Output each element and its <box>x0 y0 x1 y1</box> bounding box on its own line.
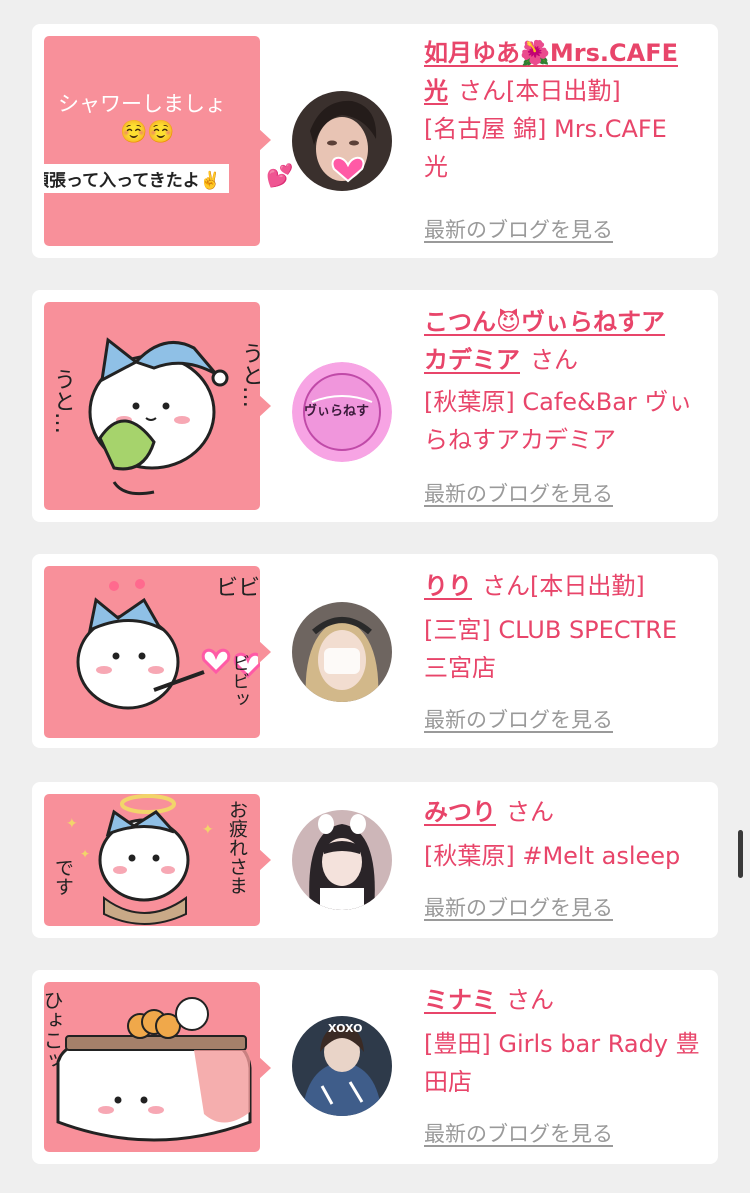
cast-info: 如月ゆあ🌺Mrs.CAFE 光さん[本日出勤] [名古屋 錦] Mrs.CAFE… <box>424 34 704 186</box>
honorific: さん <box>482 572 530 600</box>
cast-name-link[interactable]: こつん😈ヴぃらねすア <box>424 308 665 336</box>
honorific: さん <box>506 986 554 1014</box>
blog-card[interactable]: ✦ ✦ ✦ お疲れさま です みつり さん [秋葉原] #Melt asleep … <box>32 782 718 938</box>
avatar-logo-text: ヴぃらねす <box>304 404 370 419</box>
blog-card[interactable]: ひょこッ XOXO ミナミ さん [豊田] Girls bar Rady 豊 田店… <box>32 970 718 1164</box>
heart-emoji-icon: 💕 <box>266 164 294 189</box>
chiikawa-kotatsu-sticker-icon <box>56 997 252 1142</box>
store-area: [三宮] CLUB SPECTRE <box>424 616 678 644</box>
thumbnail-caption: 頑張って入ってきたよ✌️ <box>44 164 229 193</box>
cast-name-line: りり さん[本日出勤] <box>424 567 704 605</box>
honorific: さん <box>458 77 506 105</box>
avatar[interactable] <box>292 91 392 191</box>
svg-text:✦: ✦ <box>202 822 214 838</box>
thumbnail-text: お疲れさま <box>226 800 248 895</box>
svg-text:✦: ✦ <box>80 847 90 861</box>
cast-name-line: 如月ゆあ🌺Mrs.CAFE <box>424 34 704 72</box>
blog-card[interactable]: ビビ ビビッ りり さん[本日出勤] [三宮] CLUB SPECTRE 三宮店 … <box>32 554 718 748</box>
cast-name-line: こつん😈ヴぃらねすア <box>424 303 704 341</box>
svg-text:✦: ✦ <box>66 816 78 832</box>
honorific: さん <box>530 346 578 374</box>
store-area: [秋葉原] Cafe&Bar ヴぃ <box>424 388 693 416</box>
view-latest-blog-link[interactable]: 最新のブログを見る <box>424 892 613 922</box>
view-latest-blog-link[interactable]: 最新のブログを見る <box>424 704 613 734</box>
thumbnail-emoji: ☺️☺️ <box>120 120 175 145</box>
thumbnail-text: うと… <box>238 342 260 408</box>
store-area-cont: 田店 <box>424 1068 472 1096</box>
speech-pointer <box>258 848 271 872</box>
thumbnail-text: シャワーしましょ <box>58 92 226 116</box>
blog-card[interactable]: うと… うと… ヴぃらねす こつん😈ヴぃらねすア カデミア さん [秋葉原] Ca… <box>32 290 718 522</box>
thumbnail-text: ビビ <box>216 576 260 601</box>
thumbnail-text-2: うと… <box>50 368 75 434</box>
attendance-status: [本日出勤] <box>530 572 645 600</box>
avatar[interactable]: ヴぃらねす <box>292 362 392 462</box>
thumbnail-text: ひょこッ <box>44 990 64 1070</box>
avatar[interactable]: XOXO <box>292 1016 392 1116</box>
blog-thumbnail[interactable]: ひょこッ <box>44 982 260 1152</box>
store-area-cont: 三宮店 <box>424 654 496 682</box>
thumbnail-text-2: です <box>52 858 74 896</box>
cast-name-line-2: カデミア さん <box>424 341 704 379</box>
cast-name-link-cont[interactable]: カデミア <box>424 346 520 374</box>
store-area: [名古屋 錦] Mrs.CAFE <box>424 115 667 143</box>
store-area: [秋葉原] #Melt asleep <box>424 842 681 870</box>
avatar[interactable] <box>292 602 392 702</box>
attendance-status: [本日出勤] <box>506 77 621 105</box>
avatar-overlay-text: XOXO <box>328 1022 363 1035</box>
speech-pointer <box>258 1056 271 1080</box>
blog-thumbnail[interactable]: シャワーしましょ ☺️☺️ 頑張って入ってきたよ✌️ <box>44 36 260 246</box>
cast-name-line: ミナミ さん <box>424 981 704 1019</box>
cast-name-link[interactable]: みつり <box>424 798 496 826</box>
honorific: さん <box>506 798 554 826</box>
cast-info: こつん😈ヴぃらねすア カデミア さん [秋葉原] Cafe&Bar ヴぃ らねすア… <box>424 303 704 459</box>
cast-name-line: みつり さん <box>424 793 704 831</box>
speech-pointer <box>258 394 271 418</box>
cast-name-link[interactable]: りり <box>424 572 472 600</box>
cast-info: ミナミ さん [豊田] Girls bar Rady 豊 田店 <box>424 981 704 1101</box>
cast-info: りり さん[本日出勤] [三宮] CLUB SPECTRE 三宮店 <box>424 567 704 687</box>
scrollbar[interactable] <box>738 830 743 878</box>
cast-name-link[interactable]: 如月ゆあ🌺Mrs.CAFE <box>424 39 678 67</box>
avatar[interactable] <box>292 810 392 910</box>
cast-name-link[interactable]: ミナミ <box>424 986 496 1014</box>
store-area-cont: らねすアカデミア <box>424 426 616 454</box>
store-area: [豊田] Girls bar Rady 豊 <box>424 1030 700 1058</box>
blog-card[interactable]: シャワーしましょ ☺️☺️ 頑張って入ってきたよ✌️ 💕 如月ゆあ🌺Mrs.CA… <box>32 24 718 258</box>
speech-pointer <box>258 640 271 664</box>
blog-thumbnail[interactable]: ✦ ✦ ✦ お疲れさま です <box>44 794 260 926</box>
store-area-cont: 光 <box>424 153 448 181</box>
speech-pointer <box>258 128 271 152</box>
view-latest-blog-link[interactable]: 最新のブログを見る <box>424 214 613 244</box>
blog-thumbnail[interactable]: うと… うと… <box>44 302 260 510</box>
cast-name-link-cont[interactable]: 光 <box>424 77 448 105</box>
view-latest-blog-link[interactable]: 最新のブログを見る <box>424 1118 613 1148</box>
view-latest-blog-link[interactable]: 最新のブログを見る <box>424 478 613 508</box>
cast-info: みつり さん [秋葉原] #Melt asleep <box>424 793 704 875</box>
blog-thumbnail[interactable]: ビビ ビビッ <box>44 566 260 738</box>
thumbnail-text-2: ビビッ <box>229 654 250 708</box>
cast-name-line-2: 光さん[本日出勤] <box>424 72 704 110</box>
